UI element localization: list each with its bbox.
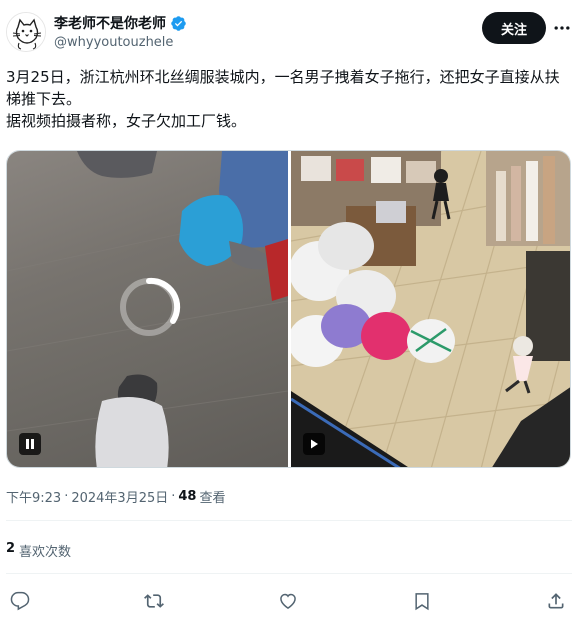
play-button[interactable] (303, 433, 325, 455)
likes-label: 喜欢次数 (19, 545, 72, 560)
author-display-name[interactable]: 李老师不是你老师 (54, 13, 166, 33)
follow-button[interactable]: 关注 (482, 12, 546, 44)
tweet-text-line: 据视频拍摄者称，女子欠加工厂钱。 (6, 112, 247, 130)
bookmark-icon (415, 593, 429, 611)
tweet-text: 3月25日，浙江杭州环北丝绸服装城内，一名男子拽着女子拖行，还把女子直接从扶梯推… (6, 66, 574, 132)
meta-separator: · (64, 489, 69, 504)
share-button[interactable] (543, 588, 569, 614)
video-left-frame (7, 151, 288, 467)
reply-button[interactable] (7, 588, 33, 614)
author-name-row: 李老师不是你老师 (54, 13, 187, 33)
play-icon (311, 439, 318, 449)
reply-icon (10, 591, 30, 611)
tweet-header: 李老师不是你老师 @whyyoutouzhele 关注 (0, 0, 586, 62)
media-grid (6, 150, 571, 468)
more-horizontal-icon (554, 26, 570, 30)
repost-button[interactable] (141, 588, 167, 614)
cat-sketch-avatar-icon (7, 13, 45, 51)
tweet-time[interactable]: 下午9:23 (6, 487, 61, 506)
tweet-meta: 下午9:23 · 2024年3月25日 · 48 查看 (6, 487, 226, 506)
views-label: 查看 (199, 491, 226, 506)
share-icon (548, 593, 564, 609)
more-options-button[interactable] (550, 16, 574, 40)
avatar[interactable] (6, 12, 46, 52)
views-count: 48 (178, 489, 197, 504)
bookmark-button[interactable] (409, 588, 435, 614)
tweet-text-line: 3月25日，浙江杭州环北丝绸服装城内，一名男子拽着女子拖行，还把女子直接从扶梯推… (6, 68, 560, 108)
heart-icon (280, 593, 296, 609)
video-left[interactable] (7, 151, 288, 467)
meta-separator: · (171, 489, 176, 504)
likes-stat[interactable]: 2 喜欢次数 (6, 541, 71, 560)
likes-count: 2 (6, 541, 16, 556)
action-bar (0, 588, 586, 614)
pause-icon (26, 439, 34, 449)
tweet-date[interactable]: 2024年3月25日 (71, 487, 168, 506)
video-right[interactable] (291, 151, 570, 467)
like-button[interactable] (275, 588, 301, 614)
repost-icon (144, 594, 164, 608)
author-handle[interactable]: @whyyoutouzhele (54, 35, 173, 50)
video-right-frame (291, 151, 570, 467)
divider (6, 520, 572, 521)
verified-badge-icon (170, 15, 187, 32)
divider (6, 573, 572, 574)
pause-button[interactable] (19, 433, 41, 455)
